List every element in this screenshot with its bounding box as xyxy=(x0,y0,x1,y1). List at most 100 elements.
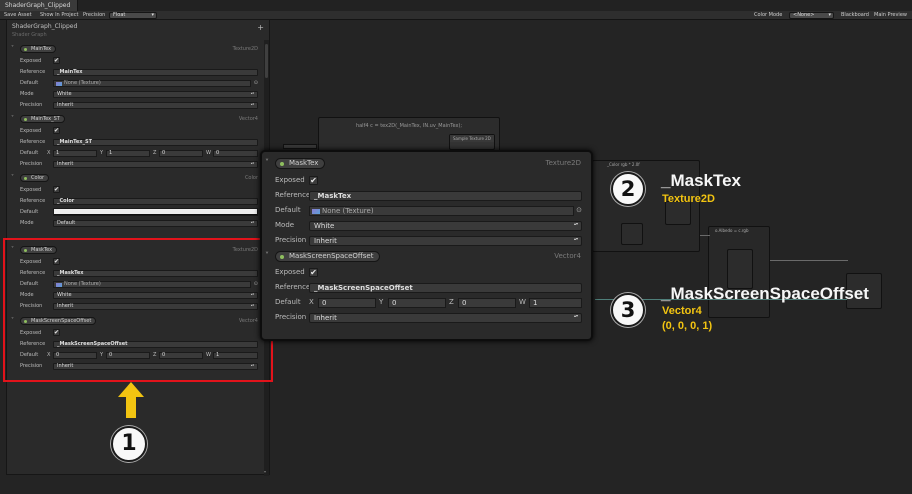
blackboard-toggle[interactable]: Blackboard xyxy=(841,11,869,20)
color-node-title: _Color rgb * 2.0f xyxy=(607,162,640,167)
exposed-checkbox[interactable]: ✔ xyxy=(53,186,60,193)
precision-dropdown[interactable]: Inherit xyxy=(309,236,582,246)
reference-field[interactable]: _MainTex_ST xyxy=(53,139,258,146)
exposed-dot-icon xyxy=(24,48,27,51)
reference-field[interactable]: _Color xyxy=(53,198,258,205)
albedo-node-title: o.Albedo = c.rgb xyxy=(715,228,749,233)
z-field[interactable]: 0 xyxy=(458,298,516,308)
foldout-chevron-icon[interactable]: ˅ xyxy=(265,154,269,172)
x-field[interactable]: 1 xyxy=(53,150,97,157)
mode-label: Mode xyxy=(275,221,295,229)
property-type: Texture2D xyxy=(545,159,581,167)
reference-field[interactable]: _MaskScreenSpaceOffset xyxy=(309,283,582,293)
foldout-chevron-icon[interactable]: ˅ xyxy=(11,173,14,183)
x-label: X xyxy=(309,298,314,306)
exposed-checkbox[interactable]: ✔ xyxy=(53,57,60,64)
property-node-small[interactable] xyxy=(283,144,317,149)
mode-dropdown[interactable]: White xyxy=(309,221,582,231)
w-label: W xyxy=(206,150,211,156)
callout-3-badge: 3 xyxy=(611,293,645,327)
y-label: Y xyxy=(379,298,384,306)
precision-label: Precision xyxy=(20,161,43,167)
z-label: Z xyxy=(153,150,157,156)
reference-label: Reference xyxy=(275,283,311,291)
multiply-node-a[interactable] xyxy=(621,223,643,245)
precision-dropdown[interactable]: Inherit xyxy=(309,313,582,323)
add-property-button[interactable]: + xyxy=(257,23,264,32)
precision-dropdown[interactable]: Inherit xyxy=(53,102,258,109)
property-name: MaskScreenSpaceOffset xyxy=(289,252,374,260)
reference-label: Reference xyxy=(20,139,46,145)
property-type: Color xyxy=(244,175,258,181)
property-pill[interactable]: MaskTex xyxy=(275,158,326,169)
property-pill[interactable]: MainTex_ST xyxy=(20,115,65,123)
property-header[interactable]: ˅ MainTex_ST Vector4 xyxy=(7,114,265,124)
reference-field[interactable]: _MaskTex xyxy=(309,191,582,201)
object-picker-icon[interactable]: ⊙ xyxy=(576,203,582,218)
exposed-dot-icon xyxy=(280,162,284,166)
texture-value: None (Texture) xyxy=(322,207,374,215)
foldout-chevron-icon[interactable]: ˅ xyxy=(11,44,14,54)
property-header[interactable]: ˅ MainTex Texture2D xyxy=(7,44,265,54)
color-picker-swatch[interactable] xyxy=(53,208,258,216)
precision-label: Precision xyxy=(275,313,307,321)
x-field[interactable]: 0 xyxy=(318,298,376,308)
mode-dropdown[interactable]: Default xyxy=(53,220,258,227)
object-picker-icon[interactable]: ⊙ xyxy=(254,78,258,88)
property-pill[interactable]: MaskScreenSpaceOffset xyxy=(275,251,381,262)
color-mode-label: Color Mode xyxy=(754,12,783,18)
reference-field[interactable]: _MainTex xyxy=(53,69,258,76)
scroll-down-arrow[interactable]: ▾ xyxy=(264,469,266,474)
property-type: Vector4 xyxy=(554,252,581,260)
y-field[interactable]: 0 xyxy=(388,298,446,308)
exposed-dot-icon xyxy=(24,177,27,180)
callout-1-badge: 1 xyxy=(111,426,147,462)
property-header[interactable]: ˅ MaskTex Texture2D xyxy=(262,154,591,172)
blackboard-subtitle: Shader Graph xyxy=(12,32,47,38)
texture-icon xyxy=(56,82,62,86)
scrollbar-thumb[interactable] xyxy=(265,44,268,78)
y-label: Y xyxy=(100,150,104,156)
precision-label: Precision xyxy=(275,236,307,244)
w-field[interactable]: 0 xyxy=(213,150,258,157)
wire-b xyxy=(770,260,848,261)
exposed-checkbox[interactable]: ✔ xyxy=(309,268,318,277)
property-name: Color xyxy=(31,175,45,181)
callout-3-name: _MaskScreenSpaceOffset xyxy=(661,284,869,303)
exposed-checkbox[interactable]: ✔ xyxy=(53,127,60,134)
property-header[interactable]: ˅ MaskScreenSpaceOffset Vector4 xyxy=(262,247,591,265)
texture-field[interactable]: None (Texture) xyxy=(309,206,574,216)
callout-2-name: _MaskTex xyxy=(661,171,742,190)
albedo-group[interactable]: o.Albedo = c.rgb xyxy=(708,226,770,318)
z-field[interactable]: 0 xyxy=(159,150,203,157)
foldout-chevron-icon[interactable]: ˅ xyxy=(11,114,14,124)
callout-2-type: Texture2D xyxy=(662,193,715,205)
texture-field[interactable]: None (Texture) xyxy=(53,80,251,87)
property-header[interactable]: ˅ Color Color xyxy=(7,173,265,183)
shader-graph-window: ShaderGraph_Clipped Save Asset Show In P… xyxy=(0,0,912,494)
default-label: Default xyxy=(20,209,39,215)
reference-label: Reference xyxy=(20,69,46,75)
y-field[interactable]: 1 xyxy=(106,150,150,157)
w-field[interactable]: 1 xyxy=(529,298,582,308)
alpha-bar xyxy=(54,214,257,215)
sample-texture-title: Sample Texture 2D xyxy=(450,135,494,142)
color-mode-dropdown[interactable]: <None> xyxy=(789,12,834,19)
window-tab[interactable]: ShaderGraph_Clipped xyxy=(0,0,78,11)
sample-texture-node[interactable]: Sample Texture 2D xyxy=(449,134,495,150)
albedo-inner-node[interactable] xyxy=(727,249,753,289)
exposed-label: Exposed xyxy=(20,58,42,64)
foldout-chevron-icon[interactable]: ˅ xyxy=(265,247,269,265)
x-label: X xyxy=(47,150,51,156)
mode-dropdown[interactable]: White xyxy=(53,91,258,98)
exposed-checkbox[interactable]: ✔ xyxy=(309,176,318,185)
wire-a xyxy=(700,235,710,236)
main-preview-toggle[interactable]: Main Preview xyxy=(874,11,907,20)
exposed-label: Exposed xyxy=(275,176,305,184)
callout-2-badge: 2 xyxy=(611,172,645,206)
precision-dropdown[interactable]: Float xyxy=(109,12,157,19)
property-pill[interactable]: Color xyxy=(20,174,50,182)
reference-label: Reference xyxy=(20,198,46,204)
property-pill[interactable]: MainTex xyxy=(20,45,57,53)
precision-dropdown[interactable]: Inherit xyxy=(53,161,258,168)
